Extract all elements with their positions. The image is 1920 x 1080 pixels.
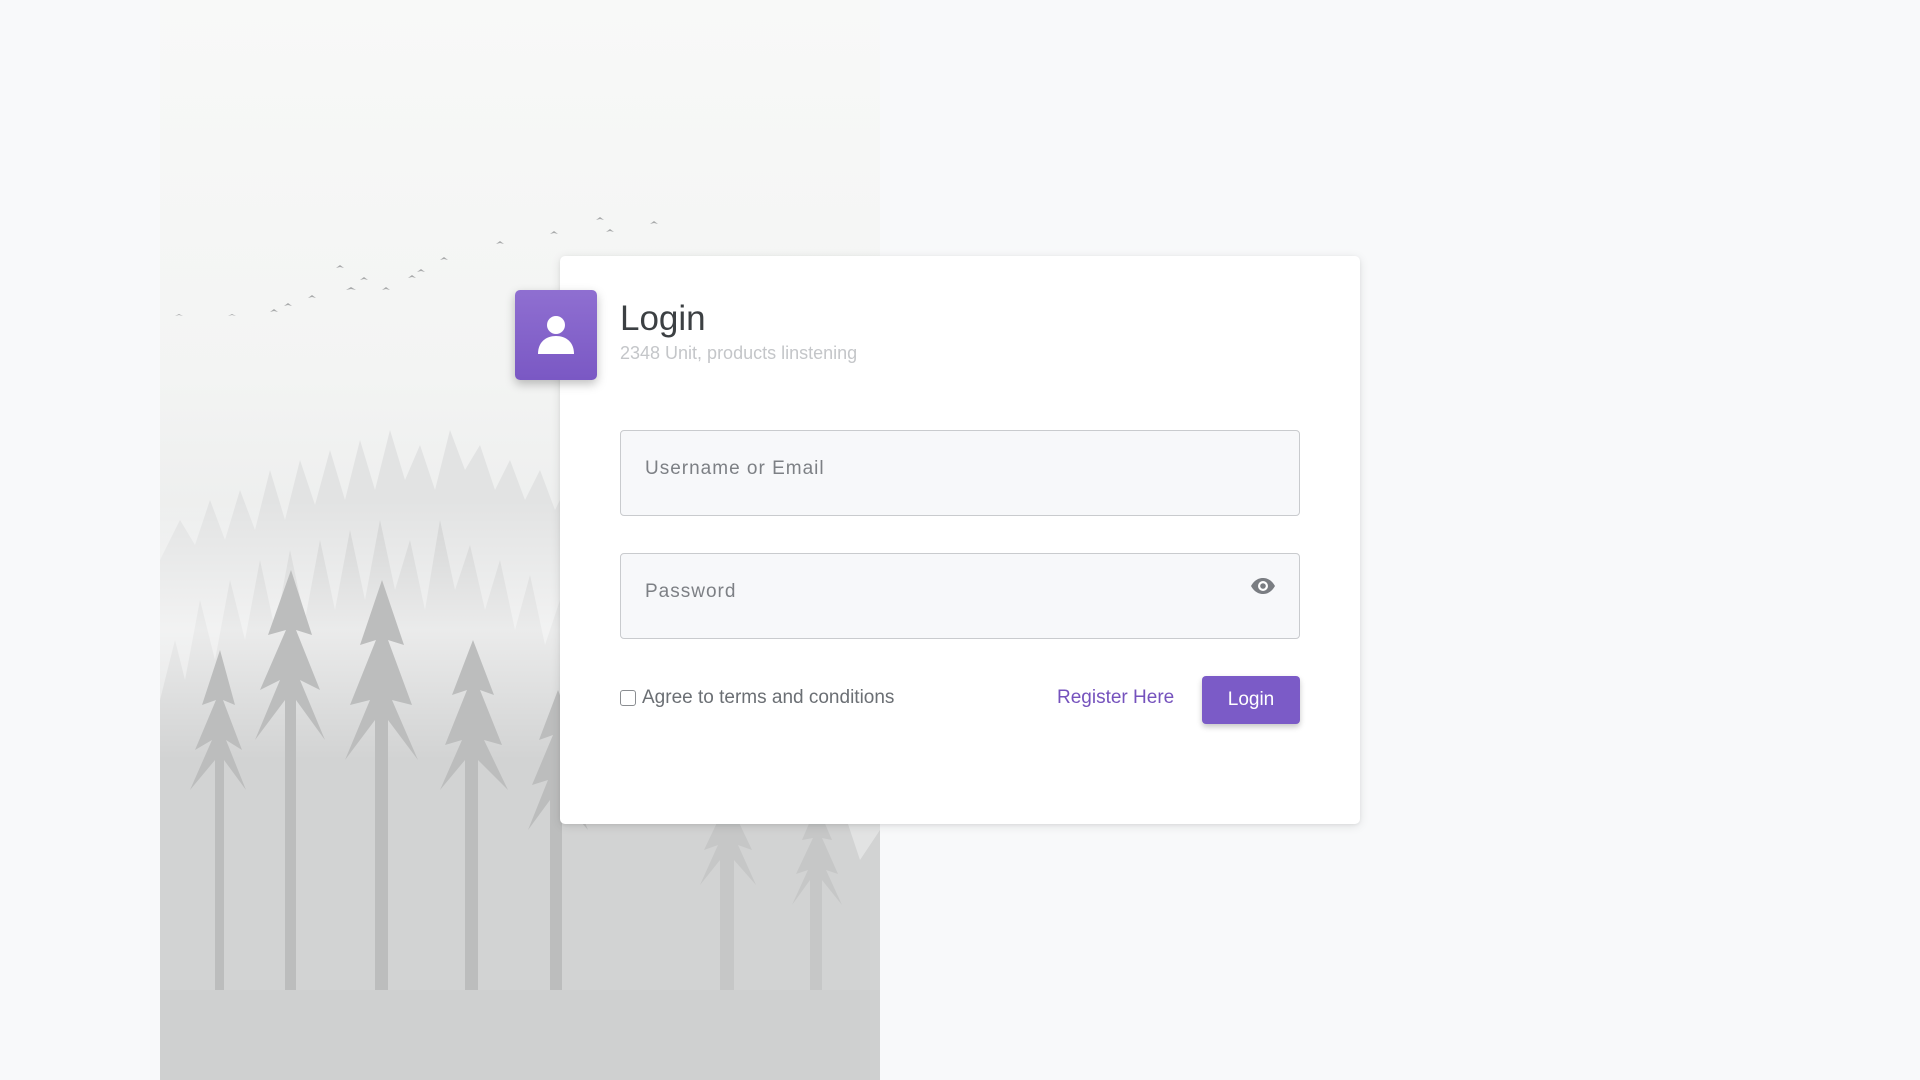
terms-label: Agree to terms and conditions [642, 687, 895, 708]
eye-icon[interactable] [1249, 572, 1277, 600]
user-icon [536, 314, 576, 356]
password-input[interactable] [621, 554, 1299, 638]
username-input[interactable] [621, 431, 1299, 515]
login-page: Login 2348 Unit, products linstening Agr… [0, 0, 1920, 1080]
terms-checkbox[interactable] [620, 690, 636, 706]
register-link[interactable]: Register Here [1057, 687, 1174, 709]
terms-agreement[interactable]: Agree to terms and conditions [620, 687, 894, 709]
avatar-badge [515, 290, 597, 380]
password-field [620, 553, 1300, 639]
page-title: Login [620, 299, 706, 338]
page-subtitle: 2348 Unit, products linstening [620, 343, 858, 363]
login-card: Login 2348 Unit, products linstening Agr… [515, 256, 1360, 824]
username-field [620, 430, 1300, 516]
login-button[interactable]: Login [1202, 676, 1300, 724]
